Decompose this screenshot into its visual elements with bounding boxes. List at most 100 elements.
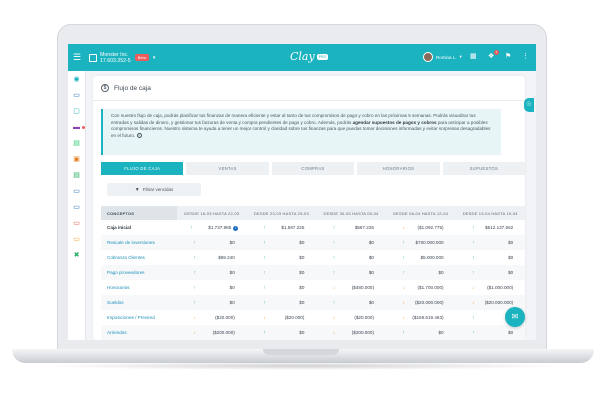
table-cell: ↑ $0: [246, 295, 317, 310]
laptop-mockup: ☰ Monster Inc. 17.603.352-5 Beta ▾ Clay P…: [0, 0, 602, 397]
tips-button[interactable]: ☉: [524, 98, 534, 112]
filter-icon: ▼: [134, 186, 140, 193]
cell-value: ($20.000.000): [484, 299, 514, 305]
table-cell: ↓ ($200.000): [177, 325, 247, 340]
chat-icon[interactable]: ✉: [505, 307, 525, 327]
concept-label[interactable]: Sueldos: [101, 295, 177, 310]
table-cell: ↑ $0: [455, 265, 525, 280]
column-header: CONCEPTOS: [101, 206, 177, 220]
column-header: DESDE 30-03 HASTA 05-04: [316, 206, 386, 220]
card-header: $ Flujo de caja: [101, 84, 151, 92]
table-cell: ↑ $512.137.562: [455, 220, 525, 235]
concept-label[interactable]: Pago proveedores: [101, 265, 177, 280]
page-title: Flujo de caja: [114, 84, 151, 92]
table-row: Honorarios ↑ $0 ↑ $0 ↓ ($480.000) ↓ ($1.700.000)…: [101, 280, 525, 295]
cell-value: ($20.000): [284, 314, 305, 320]
table-row: Caja inicial ↑ $1.737.985 i ↑ $1.587.225 ↑ $567…: [101, 220, 525, 235]
concept-label[interactable]: Rescate de inversiones: [101, 235, 177, 250]
tools-icon[interactable]: ✖: [73, 252, 80, 259]
grid-icon[interactable]: ▦: [470, 53, 477, 61]
table-cell: ↑ $0: [316, 295, 386, 310]
table-cell: ↓ ($20.000): [177, 310, 247, 325]
table-cell: ↑ $0: [177, 280, 247, 295]
arrow-up-icon: ↑: [471, 314, 475, 321]
bell-icon[interactable]: ⚑: [505, 53, 511, 61]
cashflow-card: $ Flujo de caja Con nuestro flujo de caj…: [93, 76, 526, 340]
document-icon[interactable]: ▭: [73, 92, 80, 99]
top-bar: ☰ Monster Inc. 17.603.352-5 Beta ▾ Clay P…: [68, 44, 536, 71]
chart-icon[interactable]: ◉: [73, 76, 80, 83]
table-cell: ↓ ($20.000): [316, 310, 386, 325]
cell-value: $0: [229, 284, 235, 290]
tab-compras[interactable]: COMPRAS: [271, 162, 355, 175]
invoice-icon[interactable]: ▭: [73, 188, 80, 195]
arrow-up-icon: ↑: [190, 224, 193, 231]
briefcase-icon[interactable]: ▣: [73, 156, 80, 163]
cell-value: ($200.000): [212, 329, 235, 335]
cell-value: $0: [229, 239, 235, 245]
filter-button[interactable]: ▼ Filtrar vencidas: [107, 183, 201, 196]
more-icon[interactable]: ⋮: [522, 53, 529, 61]
building-icon: [89, 53, 97, 62]
table-row: Arriendos ↓ ($200.000) ↑ $0 ↓ ($200.000) ↑ $0 ↑ $0: [101, 325, 525, 340]
gift-icon[interactable]: ❖: [488, 53, 494, 61]
file-icon[interactable]: ▢: [73, 108, 80, 115]
arrow-up-icon: ↑: [471, 329, 475, 336]
arrow-down-icon: ↓: [402, 224, 405, 231]
cell-value: ($20.000.000): [414, 299, 444, 305]
table-cell: ↓ ($480.000): [316, 280, 386, 295]
company-selector[interactable]: Monster Inc. 17.603.352-5 Beta ▾: [89, 52, 155, 64]
tab-flujo-de-caja[interactable]: FLUJO DE CAJA: [101, 162, 184, 175]
dollar-icon: $: [101, 84, 109, 92]
arrow-up-icon: ↑: [193, 239, 197, 246]
menu-icon[interactable]: ☰: [68, 44, 86, 71]
cell-value: $512.137.562: [485, 224, 514, 230]
table-cell: ↑ $69.240: [177, 250, 247, 265]
document-icon[interactable]: ▭: [73, 220, 80, 227]
tab-ventas[interactable]: VENTAS: [186, 162, 269, 175]
arrow-up-icon: ↑: [471, 224, 475, 231]
list-icon[interactable]: ▤: [73, 172, 80, 179]
cell-value: $0: [229, 299, 235, 305]
info-icon[interactable]: i: [233, 225, 239, 231]
table-row: Rescate de inversiones ↑ $0 ↑ $0 ↑ $0 ↑ $700.000…: [101, 235, 525, 250]
cashflow-table: CONCEPTOS DESDE 16-03 HASTA 22-03 DESDE …: [101, 206, 525, 340]
cell-value: ($20.000): [215, 314, 235, 320]
table-row: Sueldos ↑ $0 ↑ $0 ↑ $0 ↓ ($20.000.000) ↓ ($20.000.…: [101, 295, 525, 310]
app-screen: ☰ Monster Inc. 17.603.352-5 Beta ▾ Clay P…: [68, 44, 536, 340]
concept-label[interactable]: Arriendos: [101, 325, 177, 340]
table-cell: ↑ $0: [246, 265, 317, 280]
arrow-up-icon: ↑: [402, 239, 405, 246]
avatar: [423, 52, 433, 62]
table-cell: ↑ $0: [177, 235, 247, 250]
table-cell: ↑ $0: [246, 325, 317, 340]
arrow-up-icon: ↑: [193, 284, 197, 291]
tab-supuestos[interactable]: SUPUESTOS: [442, 162, 526, 175]
invoice-icon[interactable]: ▭: [73, 204, 80, 211]
table-cell: ↑ $700.000.000: [385, 235, 456, 250]
arrow-down-icon: ↓: [402, 314, 405, 321]
arrow-up-icon: ↑: [471, 239, 475, 246]
concept-label[interactable]: Cobranza Clientes: [101, 250, 177, 265]
help-icon[interactable]: ?: [136, 133, 142, 139]
document-icon[interactable]: ▭: [73, 236, 80, 243]
info-bold-text: agendar supuestos de pagos y cobros: [352, 119, 437, 125]
table-cell: ↑ $0: [385, 325, 456, 340]
tab-honorarios[interactable]: HONORARIOS: [357, 162, 440, 175]
filter-label: Filtrar vencidas: [142, 187, 174, 192]
alert-dot: [82, 126, 85, 129]
card-icon[interactable]: ▬: [73, 124, 80, 131]
cell-value: $567.225: [354, 224, 374, 230]
receipt-icon[interactable]: ▤: [73, 140, 80, 147]
arrow-up-icon: ↑: [402, 254, 405, 261]
user-menu[interactable]: Romina L. ▾: [423, 52, 462, 62]
table-cell: ↑ $0: [246, 235, 317, 250]
concept-label[interactable]: Honorarios: [101, 280, 177, 295]
table-cell: ↑ $1.737.985 i: [177, 220, 247, 235]
table-body: Caja inicial ↑ $1.737.985 i ↑ $1.587.225 ↑ $567…: [101, 220, 525, 340]
arrow-up-icon: ↑: [332, 239, 336, 246]
concept-label[interactable]: Imposiciones / Previred: [101, 310, 177, 325]
arrow-up-icon: ↑: [332, 299, 336, 306]
column-header: DESDE 06-04 HASTA 12-04: [385, 206, 456, 220]
arrow-up-icon: ↑: [263, 329, 266, 336]
